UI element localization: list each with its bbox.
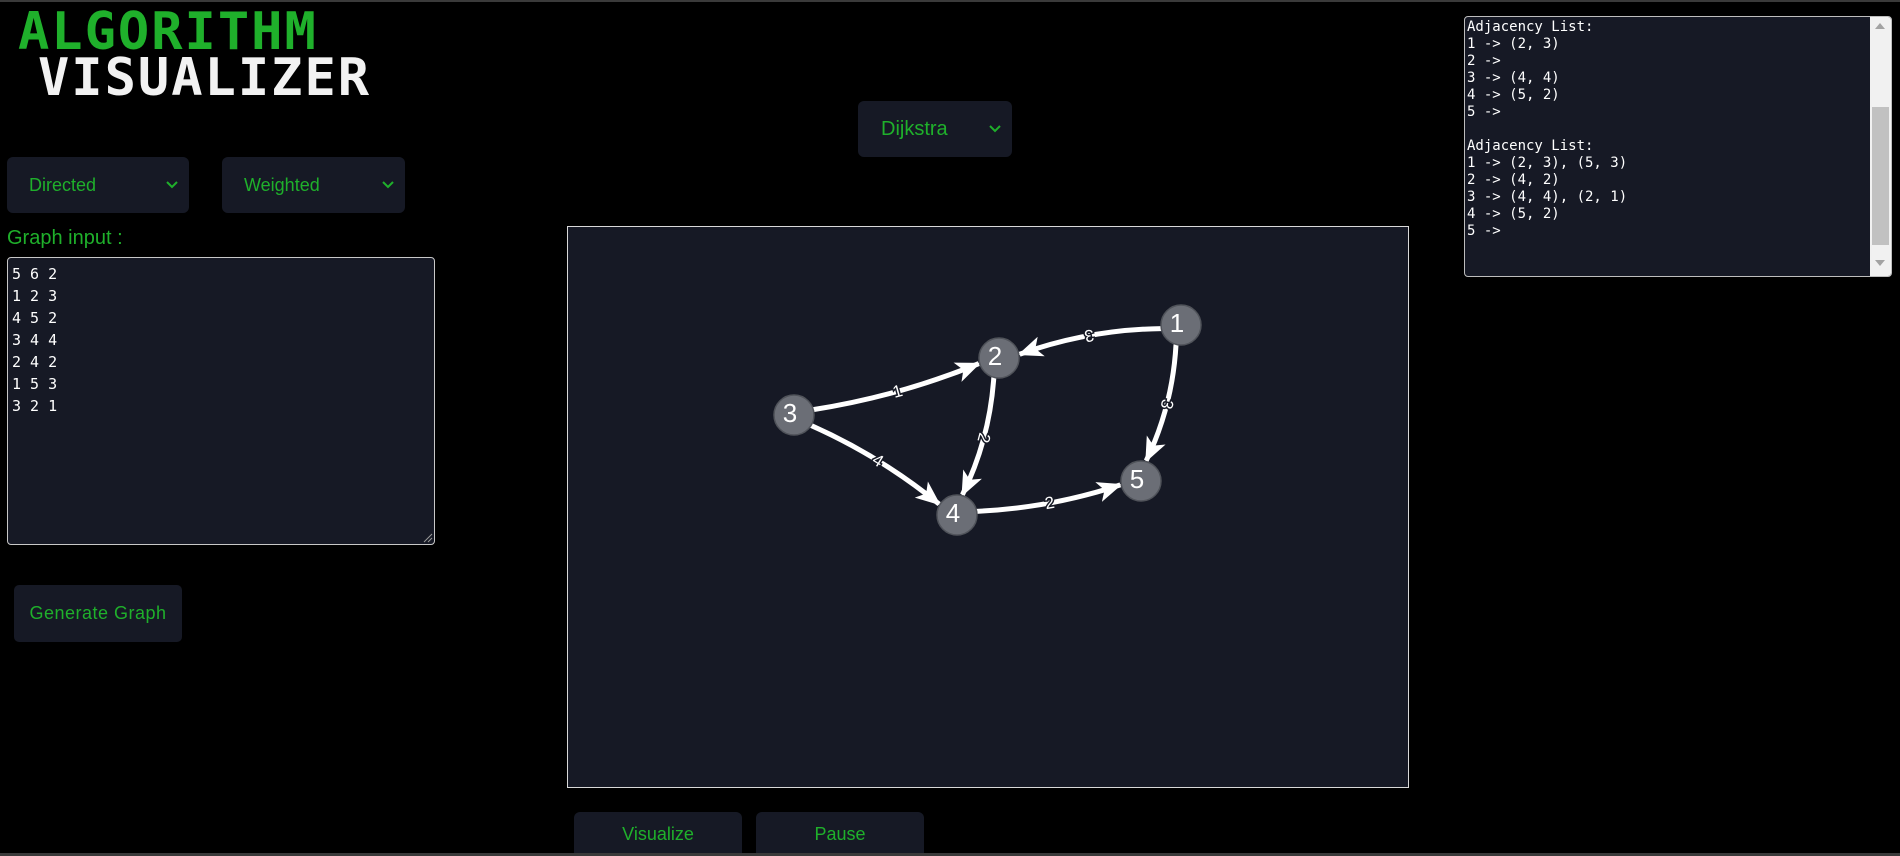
graph-node-1[interactable]: 1 xyxy=(1160,304,1202,346)
pause-button[interactable]: Pause xyxy=(756,812,924,856)
algorithm-select[interactable]: Dijkstra xyxy=(858,101,1012,157)
generate-graph-button[interactable]: Generate Graph xyxy=(14,585,182,642)
visualize-button[interactable]: Visualize xyxy=(574,812,742,856)
edge-weight-label-1-5: 3 xyxy=(1156,397,1177,411)
graph-node-5[interactable]: 5 xyxy=(1120,460,1162,502)
adjacency-scrollbar[interactable] xyxy=(1870,17,1891,276)
edge-weight-label-3-4: 4 xyxy=(869,450,887,471)
graph-node-label-1: 1 xyxy=(1170,308,1184,338)
graph-node-3[interactable]: 3 xyxy=(773,394,815,436)
graph-node-label-2: 2 xyxy=(988,341,1002,371)
weight-select[interactable]: Weighted xyxy=(222,157,405,213)
graph-svg: 324231 12345 xyxy=(773,304,1202,536)
logo-line-2: VISUALIZER xyxy=(38,48,372,108)
graph-node-4[interactable]: 4 xyxy=(936,494,978,536)
edge-weight-label-1-2: 3 xyxy=(1083,325,1096,345)
graph-input-label: Graph input : xyxy=(7,227,123,249)
scroll-down-icon[interactable] xyxy=(1875,260,1885,266)
graph-node-label-3: 3 xyxy=(783,398,797,428)
graph-node-2[interactable]: 2 xyxy=(978,337,1020,379)
graph-node-label-5: 5 xyxy=(1130,464,1144,494)
direction-select[interactable]: Directed xyxy=(7,157,189,213)
graph-input-textarea[interactable]: 5 6 2 1 2 3 4 5 2 3 4 4 2 4 2 1 5 3 3 2 … xyxy=(7,257,435,545)
adjacency-list-panel[interactable]: Adjacency List: 1 -> (2, 3) 2 -> 3 -> (4… xyxy=(1464,16,1892,277)
resize-grip-icon[interactable] xyxy=(423,533,433,543)
chevron-down-icon xyxy=(989,125,1001,133)
scroll-thumb[interactable] xyxy=(1872,107,1889,245)
adjacency-list-output: Adjacency List: 1 -> (2, 3) 2 -> 3 -> (4… xyxy=(1467,19,1628,239)
chevron-down-icon xyxy=(382,181,394,189)
graph-node-label-4: 4 xyxy=(946,498,960,528)
graph-canvas[interactable]: 324231 12345 xyxy=(567,226,1409,788)
direction-select-value: Directed xyxy=(29,174,97,195)
edge-weight-label-4-5: 2 xyxy=(1043,493,1056,513)
scroll-up-icon[interactable] xyxy=(1875,23,1885,29)
algorithm-select-value: Dijkstra xyxy=(881,117,948,140)
chevron-down-icon xyxy=(166,181,178,189)
weight-select-value: Weighted xyxy=(244,174,320,195)
